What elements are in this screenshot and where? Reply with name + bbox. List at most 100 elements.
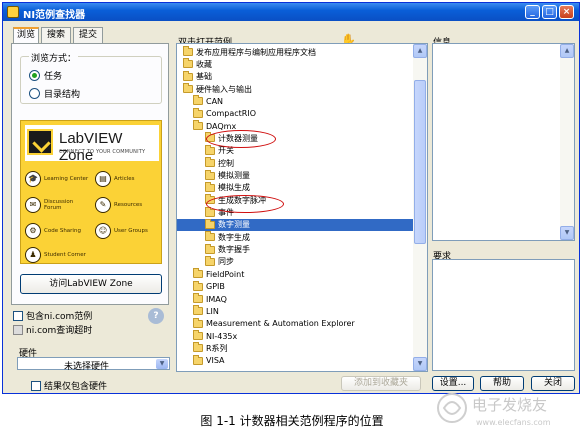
include-ni-com-option[interactable]: 包含ni.com范例: [13, 309, 92, 322]
scroll-up-icon[interactable]: ▲: [560, 44, 574, 58]
tree-scrollbar[interactable]: ▲ ▼: [413, 44, 427, 371]
ni-timeout-checkbox[interactable]: [13, 324, 23, 335]
labview-logo-icon: [27, 129, 53, 155]
info-scrollbar[interactable]: ▲ ▼: [560, 44, 574, 240]
info-pane: ▲ ▼: [432, 43, 575, 241]
tab-submit[interactable]: 提交: [73, 27, 103, 43]
folder-icon: [205, 144, 215, 155]
folder-icon: [205, 206, 215, 217]
requirements-pane: [432, 259, 575, 371]
tree-item-label: 数字生成: [218, 232, 250, 242]
group-icon: ☺: [95, 223, 111, 239]
ni-timeout-option[interactable]: ni.com查询超时: [13, 323, 92, 336]
add-to-favorites-button[interactable]: 添加到收藏夹: [341, 376, 421, 391]
tree-item-label: LIN: [206, 306, 219, 316]
tree-item[interactable]: CompactRIO: [193, 107, 256, 120]
browse-pane: 浏览方式： 任务 目录结构 LabVIEW Zone CONNECT TO YO…: [11, 43, 169, 305]
include-ni-com-checkbox[interactable]: [13, 310, 23, 321]
zone-item-code[interactable]: ⚙ Code Sharing: [25, 223, 91, 239]
tree-item-label: 硬件输入与输出: [196, 84, 252, 94]
tree-item-label: VISA: [206, 356, 225, 366]
zone-item-groups[interactable]: ☺ User Groups: [95, 223, 161, 239]
radio-task[interactable]: 任务: [29, 69, 62, 82]
maximize-button[interactable]: □: [542, 5, 557, 19]
tree-item[interactable]: Measurement & Automation Explorer: [193, 317, 355, 330]
scroll-down-icon[interactable]: ▼: [413, 357, 427, 371]
folder-icon: [183, 46, 193, 56]
tree-item-label: 模拟测量: [218, 171, 250, 180]
chevron-down-icon[interactable]: ▼: [156, 359, 168, 369]
tree-item[interactable]: LIN: [193, 305, 219, 317]
results-only-hardware-option[interactable]: 结果仅包含硬件: [31, 379, 107, 392]
pencil-icon: ✎: [95, 197, 111, 213]
tree-item[interactable]: 数字生成: [205, 231, 250, 243]
folder-icon: [193, 120, 203, 131]
radio-task-label: 任务: [44, 72, 63, 82]
radio-directory-indicator[interactable]: [29, 88, 40, 99]
tree-item[interactable]: R系列: [193, 342, 228, 354]
minimize-button[interactable]: _: [525, 5, 540, 19]
tree-item[interactable]: 模拟生成: [205, 181, 250, 194]
tree-item[interactable]: 同步: [205, 255, 234, 268]
scroll-up-icon[interactable]: ▲: [413, 44, 427, 58]
results-only-hardware-checkbox[interactable]: [31, 380, 41, 391]
tree-item[interactable]: 数字握手: [205, 243, 250, 256]
close-window-button[interactable]: ×: [559, 5, 574, 19]
visit-labview-zone-button[interactable]: 访问LabVIEW Zone: [20, 274, 162, 294]
tree-item-label: 控制: [218, 158, 234, 168]
student-icon: ♟: [25, 247, 41, 263]
tree-item[interactable]: VISA: [193, 354, 225, 367]
tree-item[interactable]: IMAQ: [193, 293, 227, 305]
folder-icon: [205, 218, 215, 229]
zone-item-label: Discussion Forum: [44, 199, 74, 211]
zone-item-label: Student Corner: [44, 252, 86, 258]
zone-item-articles[interactable]: ▤ Articles: [95, 171, 161, 187]
tree-item[interactable]: 硬件输入与输出: [183, 83, 252, 95]
title-bar[interactable]: NI范例查找器 _ □ ×: [3, 3, 579, 21]
zone-item-student[interactable]: ♟ Student Corner: [25, 247, 91, 263]
radio-task-indicator[interactable]: [29, 70, 40, 81]
folder-icon: [205, 243, 215, 254]
radio-directory[interactable]: 目录结构: [29, 87, 80, 100]
watermark-url: www.elecfans.com: [476, 418, 551, 427]
scroll-thumb[interactable]: [414, 80, 426, 244]
zone-item-label: Learning Center: [44, 176, 89, 182]
gears-icon: ⚙: [25, 223, 41, 239]
scroll-down-icon[interactable]: ▼: [560, 226, 574, 240]
tree-item[interactable]: 控制: [205, 157, 234, 169]
zone-item-learning[interactable]: 🎓 Learning Center: [25, 171, 91, 187]
folder-icon: [193, 330, 203, 341]
hardware-select[interactable]: 未选择硬件 ▼: [17, 357, 170, 372]
tab-search[interactable]: 搜索: [41, 27, 71, 43]
folder-icon: [205, 231, 215, 242]
zone-item-forum[interactable]: ✉ Discussion Forum: [25, 197, 91, 213]
zone-item-label: Resources: [114, 202, 143, 208]
zone-item-resources[interactable]: ✎ Resources: [95, 197, 161, 213]
zone-item-label: User Groups: [114, 228, 148, 234]
help-circle-icon[interactable]: ?: [148, 308, 164, 324]
tree-item[interactable]: CAN: [193, 95, 223, 107]
tree-item[interactable]: FieldPoint: [193, 268, 244, 280]
folder-icon: [205, 157, 215, 168]
tree-item-label: 基础: [196, 72, 212, 82]
tree-item[interactable]: NI-435x: [193, 330, 237, 342]
folder-icon: [193, 305, 203, 316]
tree-item[interactable]: 数字测量: [177, 218, 413, 231]
tree-item[interactable]: 模拟测量: [205, 169, 250, 182]
labview-zone-banner[interactable]: LabVIEW Zone CONNECT TO YOUR COMMUNITY 🎓…: [20, 120, 162, 264]
tree-item[interactable]: 基础: [183, 70, 212, 83]
chat-icon: ✉: [25, 197, 41, 213]
tree-item-label: 发布应用程序与编制应用程序文档: [196, 47, 316, 57]
tree-item-label: R系列: [206, 343, 228, 353]
radio-directory-label: 目录结构: [44, 90, 81, 100]
tree-item[interactable]: 发布应用程序与编制应用程序文档: [183, 46, 316, 58]
folder-icon: [193, 107, 203, 118]
tab-browse[interactable]: 浏览: [13, 27, 39, 44]
browse-mode-title: 浏览方式：: [29, 51, 79, 64]
tree-item[interactable]: 收藏: [183, 58, 212, 70]
browse-mode-group: 浏览方式： 任务 目录结构: [20, 51, 162, 104]
tree-item[interactable]: GPIB: [193, 280, 225, 293]
include-ni-com-label: 包含ni.com范例: [26, 312, 93, 322]
tree-item-label: 收藏: [196, 59, 212, 69]
folder-icon: [205, 169, 215, 180]
